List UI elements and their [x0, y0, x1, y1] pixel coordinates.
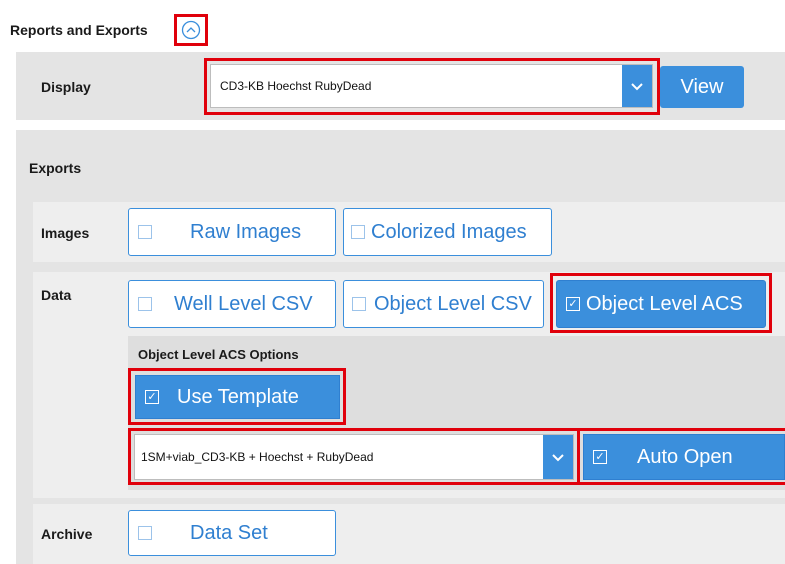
chevron-up-circle-icon — [181, 20, 201, 40]
colorized-images-toggle[interactable]: Colorized Images — [343, 208, 552, 256]
checkbox-icon — [138, 225, 152, 239]
object-level-csv-toggle[interactable]: Object Level CSV — [343, 280, 544, 328]
checkbox-icon — [138, 297, 152, 311]
checked-checkbox-icon: ✓ — [566, 297, 580, 311]
chevron-down-icon[interactable] — [543, 435, 573, 479]
checked-checkbox-icon: ✓ — [593, 450, 607, 464]
well-level-csv-toggle[interactable]: Well Level CSV — [128, 280, 336, 328]
template-select[interactable]: 1SM+viab_CD3-KB + Hoechst + RubyDead — [134, 434, 574, 480]
checked-checkbox-icon: ✓ — [145, 390, 159, 404]
data-label: Data — [41, 287, 72, 303]
collapse-toggle-button[interactable] — [174, 14, 208, 46]
use-template-label: Use Template — [177, 385, 299, 408]
object-level-csv-label: Object Level CSV — [374, 292, 532, 315]
view-button[interactable]: View — [660, 66, 744, 108]
checkbox-icon — [138, 526, 152, 540]
display-label: Display — [41, 79, 91, 95]
object-level-acs-toggle[interactable]: ✓ Object Level ACS — [556, 280, 766, 328]
use-template-toggle[interactable]: ✓ Use Template — [135, 375, 340, 419]
data-set-toggle[interactable]: Data Set — [128, 510, 336, 556]
checkbox-icon — [352, 297, 366, 311]
auto-open-label: Auto Open — [637, 445, 733, 468]
chevron-down-icon[interactable] — [622, 65, 652, 107]
display-select[interactable]: CD3-KB Hoechst RubyDead — [210, 64, 653, 108]
exports-title: Exports — [29, 160, 82, 176]
object-level-acs-label: Object Level ACS — [586, 292, 743, 315]
auto-open-toggle[interactable]: ✓ Auto Open — [583, 434, 785, 480]
checkbox-icon — [351, 225, 365, 239]
data-set-label: Data Set — [190, 521, 268, 544]
archive-label: Archive — [41, 526, 93, 542]
colorized-images-label: Colorized Images — [371, 220, 527, 243]
images-label: Images — [41, 225, 90, 241]
raw-images-label: Raw Images — [190, 220, 302, 243]
raw-images-toggle[interactable]: Raw Images — [128, 208, 336, 256]
section-title: Reports and Exports — [10, 22, 148, 38]
acs-options-title: Object Level ACS Options — [138, 347, 299, 362]
well-level-csv-label: Well Level CSV — [174, 292, 313, 315]
display-select-value: CD3-KB Hoechst RubyDead — [220, 79, 372, 93]
template-select-value: 1SM+viab_CD3-KB + Hoechst + RubyDead — [141, 450, 374, 464]
